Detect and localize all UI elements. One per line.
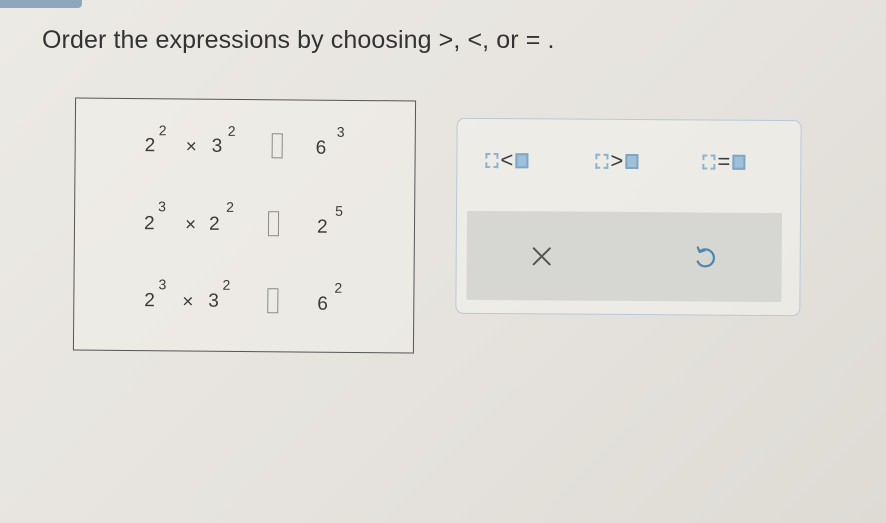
left-exponent-2: 2: [226, 198, 235, 215]
left-base-1: 2: [144, 135, 156, 157]
left-base-2: 3: [211, 135, 223, 157]
greater-than-symbol: >: [610, 147, 624, 173]
left-base-2: 3: [208, 290, 220, 312]
answer-slot-1[interactable]: [271, 133, 283, 159]
greater-than-button[interactable]: >: [595, 146, 639, 176]
right-base: 6: [317, 293, 328, 315]
symbol-palette: < > =: [455, 117, 802, 317]
answer-slot-3[interactable]: [267, 288, 279, 314]
left-exponent-2: 2: [227, 122, 236, 139]
placeholder-box-icon: [485, 152, 499, 168]
multiply-sign: ×: [185, 136, 197, 158]
left-exponent-1: 3: [158, 276, 167, 293]
equals-symbol: =: [717, 148, 731, 174]
left-base-1: 2: [143, 213, 155, 235]
expressions-box: 2 2 × 3 2 6 3 2 3 × 2 2 2 5 2 3 × 3 2 6 …: [72, 97, 417, 354]
undo-icon: [696, 246, 715, 268]
right-exponent: 3: [336, 123, 345, 140]
left-base-2: 2: [208, 213, 220, 235]
less-than-button[interactable]: <: [485, 145, 529, 175]
right-exponent: 2: [334, 279, 343, 296]
top-tab-indicator: [0, 0, 82, 8]
multiply-sign: ×: [182, 291, 194, 313]
multiply-sign: ×: [184, 214, 197, 236]
right-exponent: 5: [335, 202, 343, 219]
left-exponent-2: 2: [222, 276, 231, 293]
placeholder-box-icon: [732, 154, 746, 170]
close-icon: [532, 247, 551, 266]
equals-button[interactable]: =: [702, 147, 746, 177]
clear-button[interactable]: [525, 239, 559, 273]
expression-row-2: 2 3 × 2 2 2 5: [75, 197, 414, 248]
placeholder-box-icon: [595, 153, 609, 169]
expression-row-1: 2 2 × 3 2 6 3: [76, 119, 415, 170]
answer-slot-2[interactable]: [267, 211, 280, 237]
left-exponent-1: 2: [158, 122, 167, 139]
action-bar: [466, 210, 783, 303]
instruction-text: Order the expressions by choosing >, <, …: [42, 26, 555, 54]
left-base-1: 2: [144, 290, 156, 312]
placeholder-box-icon: [515, 152, 529, 168]
left-exponent-1: 3: [158, 198, 167, 215]
expression-row-3: 2 3 × 3 2 6 2: [74, 274, 413, 325]
placeholder-box-icon: [625, 153, 639, 169]
placeholder-box-icon: [702, 154, 716, 170]
right-base: 6: [315, 137, 327, 159]
right-base: 2: [316, 216, 328, 238]
less-than-symbol: <: [500, 147, 514, 173]
undo-button[interactable]: [688, 240, 722, 274]
